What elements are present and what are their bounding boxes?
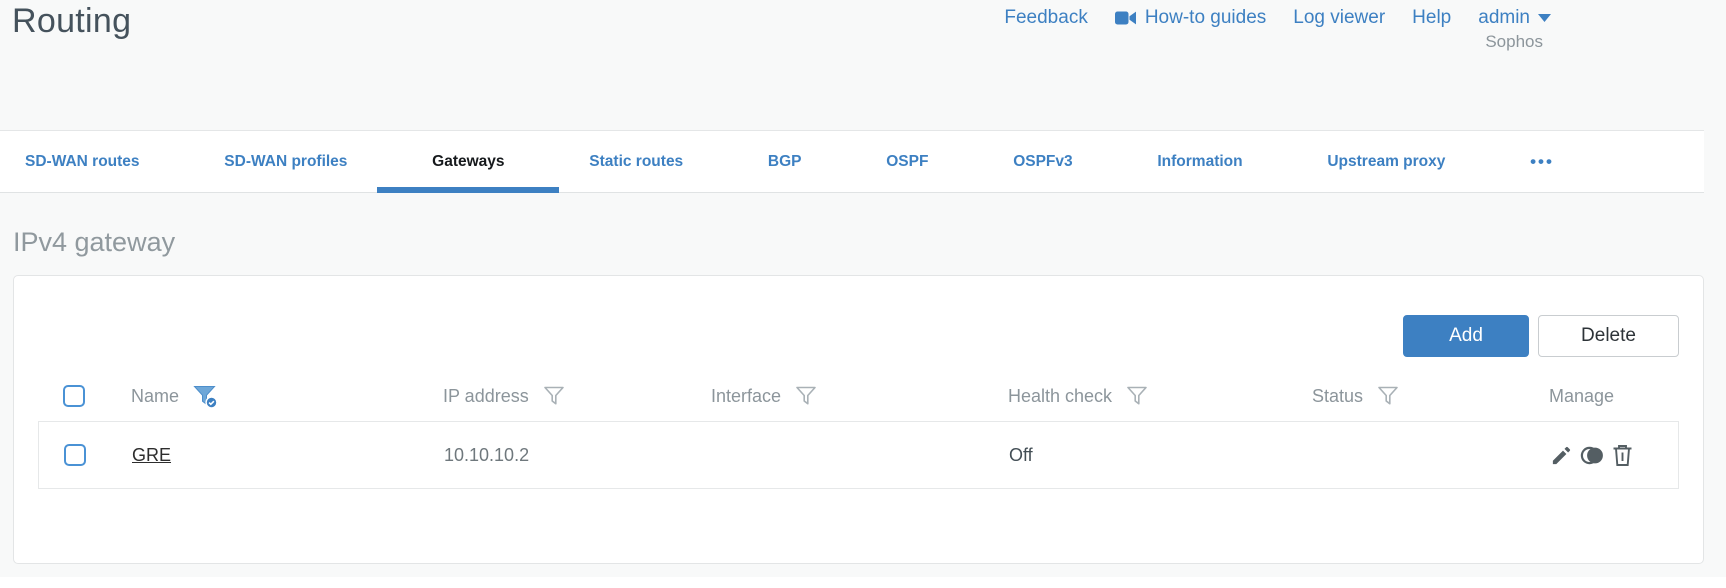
column-header-ip: IP address: [443, 385, 529, 406]
column-header-health-check: Health check: [1008, 385, 1113, 406]
toolbar: Add Delete: [1403, 315, 1679, 357]
tab-bar: SD-WAN routes SD-WAN profiles Gateways S…: [0, 130, 1704, 193]
delete-row-button[interactable]: [1612, 444, 1633, 467]
log-viewer-link[interactable]: Log viewer: [1293, 7, 1385, 29]
howto-guides-link[interactable]: How-to guides: [1114, 7, 1267, 29]
section-heading: IPv4 gateway: [13, 227, 176, 257]
tab-sd-wan-profiles[interactable]: SD-WAN profiles: [224, 131, 347, 192]
tab-static-routes[interactable]: Static routes: [589, 131, 683, 192]
gateway-health-check-cell: Off: [1009, 444, 1033, 465]
edit-button[interactable]: [1550, 444, 1573, 467]
column-header-manage: Manage: [1549, 385, 1615, 406]
manage-cell: [1550, 444, 1678, 467]
feedback-link[interactable]: Feedback: [1004, 7, 1087, 29]
gateway-table: Name IP address Interface Health check S…: [38, 371, 1679, 489]
tab-ospfv3[interactable]: OSPFv3: [1013, 131, 1072, 192]
user-menu-label: admin: [1478, 7, 1530, 28]
tab-information[interactable]: Information: [1157, 131, 1242, 192]
select-all-checkbox[interactable]: [63, 385, 85, 407]
ipv4-gateway-card: Add Delete Name IP address Interface Hea…: [13, 275, 1704, 564]
tab-gateways[interactable]: Gateways: [432, 131, 504, 192]
caret-down-icon: [1538, 14, 1551, 22]
tab-ospf[interactable]: OSPF: [886, 131, 928, 192]
tab-sd-wan-routes[interactable]: SD-WAN routes: [25, 131, 140, 192]
clone-button[interactable]: [1580, 444, 1605, 467]
table-body: GRE 10.10.10.2 Off: [38, 421, 1679, 489]
tab-bgp[interactable]: BGP: [768, 131, 802, 192]
next-section-strip: [0, 577, 1726, 588]
health-check-filter-icon[interactable]: [1125, 385, 1149, 407]
edit-pencil-icon: [1550, 444, 1573, 467]
howto-guides-label: How-to guides: [1144, 7, 1267, 28]
brand-label: Sophos: [1485, 32, 1543, 51]
add-button[interactable]: Add: [1403, 315, 1529, 357]
help-link[interactable]: Help: [1412, 7, 1451, 29]
row-checkbox[interactable]: [64, 444, 86, 466]
table-header-row: Name IP address Interface Health check S…: [38, 371, 1679, 421]
delete-button[interactable]: Delete: [1538, 315, 1679, 357]
clone-icon: [1580, 444, 1605, 467]
ip-filter-icon[interactable]: [542, 385, 566, 407]
user-menu[interactable]: admin: [1478, 7, 1551, 29]
name-filter-active-icon[interactable]: [192, 384, 219, 409]
column-header-interface: Interface: [711, 385, 782, 406]
gateway-ip-cell: 10.10.10.2: [444, 444, 530, 465]
trash-icon: [1612, 444, 1633, 467]
gateway-name-link[interactable]: GRE: [132, 445, 171, 465]
status-filter-icon[interactable]: [1376, 385, 1400, 407]
column-header-name: Name: [131, 385, 180, 406]
table-row: GRE 10.10.10.2 Off: [39, 422, 1678, 488]
page-title: Routing: [12, 2, 132, 40]
more-tabs-icon[interactable]: •••: [1530, 152, 1554, 172]
tab-upstream-proxy[interactable]: Upstream proxy: [1327, 131, 1445, 192]
top-nav: Feedback How-to guides Log viewer Help a…: [1004, 7, 1551, 29]
videocam-icon: [1114, 10, 1136, 26]
column-header-status: Status: [1312, 385, 1364, 406]
interface-filter-icon[interactable]: [794, 385, 818, 407]
